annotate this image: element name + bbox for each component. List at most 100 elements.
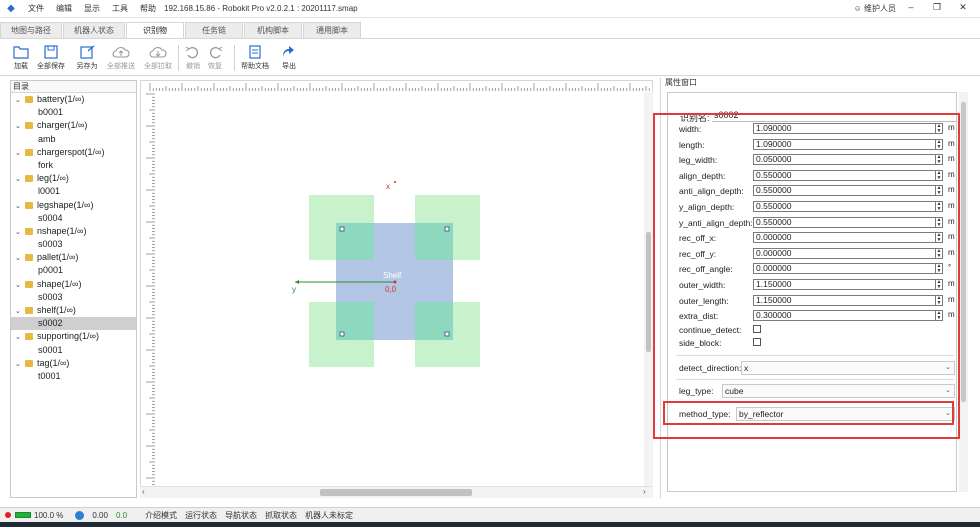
tree-group-label: chargerspot(1/∞) xyxy=(37,146,105,157)
folder-icon xyxy=(25,359,33,367)
pull-all-label: 全部拉取 xyxy=(144,63,172,70)
tree-item[interactable]: s0001 xyxy=(11,344,136,357)
help-doc-icon xyxy=(249,45,261,59)
push-all-button[interactable]: 全部推送 xyxy=(106,45,136,71)
menu-help[interactable]: 帮助 xyxy=(134,3,162,14)
tree-item[interactable]: fork xyxy=(11,159,136,172)
canvas-hscroll-thumb[interactable] xyxy=(320,489,472,496)
tab-task-chain[interactable]: 任务链 xyxy=(185,22,243,38)
window-title: 192.168.15.86 - Robokit Pro v2.0.2.1 : 2… xyxy=(164,4,358,13)
load-button[interactable]: 加载 xyxy=(6,45,36,71)
tree-group-label: supporting(1/∞) xyxy=(37,331,99,342)
load-label: 加载 xyxy=(14,63,28,70)
maximize-button[interactable]: ❐ xyxy=(926,2,948,13)
leg-handle-bottom-right[interactable] xyxy=(444,331,450,337)
y-axis-label: y xyxy=(292,285,296,294)
save-as-button[interactable]: 另存为 xyxy=(72,45,102,71)
cloud-upload-icon xyxy=(112,47,130,58)
shelf-drawing[interactable]: y 0,0 Shelf x xyxy=(140,80,653,498)
tab-robot-status[interactable]: 机器人状态 xyxy=(63,22,125,38)
leg-handle-bottom-left[interactable] xyxy=(339,331,345,337)
origin-point xyxy=(393,280,397,284)
folder-icon xyxy=(25,333,33,341)
menu-edit[interactable]: 编辑 xyxy=(50,3,78,14)
redo-label: 恢复 xyxy=(208,63,222,70)
tree-group[interactable]: ⌄ battery(1/∞) xyxy=(11,93,136,106)
attribute-panel-header: 属性窗口 xyxy=(665,78,697,87)
save-as-icon xyxy=(80,45,95,59)
undo-label: 撤销 xyxy=(186,63,200,70)
tree-group-label: pallet(1/∞) xyxy=(37,252,79,263)
tab-map-path[interactable]: 地图与路径 xyxy=(0,22,62,38)
x-axis-label: x xyxy=(386,182,390,191)
tree-item[interactable]: s0002 xyxy=(11,317,136,331)
save-all-label: 全部保存 xyxy=(37,63,65,70)
folder-icon xyxy=(25,201,33,209)
os-taskbar xyxy=(0,522,980,527)
tree-group[interactable]: ⌄ shelf(1/∞) xyxy=(11,304,136,317)
tree-group[interactable]: ⌄ chargerspot(1/∞) xyxy=(11,146,136,159)
scroll-left-icon[interactable]: ‹ xyxy=(142,487,145,496)
tree-group[interactable]: ⌄ charger(1/∞) xyxy=(11,119,136,132)
scroll-right-icon[interactable]: › xyxy=(643,487,646,496)
close-button[interactable]: ✕ xyxy=(952,2,974,13)
folder-icon xyxy=(25,254,33,262)
tree-group[interactable]: ⌄ pallet(1/∞) xyxy=(11,251,136,264)
toolbar-separator xyxy=(234,45,235,71)
tree-group[interactable]: ⌄ tag(1/∞) xyxy=(11,357,136,370)
folder-icon xyxy=(25,175,33,183)
menu-file[interactable]: 文件 xyxy=(22,3,50,14)
network-icon xyxy=(75,510,85,520)
robokit-app: ◆ 文件 编辑 显示 工具 帮助 192.168.15.86 - Robokit… xyxy=(0,0,980,527)
tree-group[interactable]: ⌄ shape(1/∞) xyxy=(11,278,136,291)
tab-general-script[interactable]: 通用脚本 xyxy=(303,22,361,38)
toolbar: 加载 全部保存 另存为 全部推送 全部拉取 撤销 恢复 帮助文档 导出 xyxy=(0,38,980,76)
folder-icon xyxy=(25,227,33,235)
tree-group[interactable]: ⌄ supporting(1/∞) xyxy=(11,330,136,343)
undo-icon xyxy=(185,46,198,59)
tree-item[interactable]: l0001 xyxy=(11,185,136,198)
tree-group-label: nshape(1/∞) xyxy=(37,225,87,236)
tree-group-label: leg(1/∞) xyxy=(37,173,69,184)
tree-item[interactable]: s0004 xyxy=(11,212,136,225)
tree-item[interactable]: s0003 xyxy=(11,238,136,251)
tab-recognition[interactable]: 识别物 xyxy=(126,22,184,38)
folder-icon xyxy=(25,148,33,156)
folder-icon xyxy=(25,122,33,130)
tree-item[interactable]: s0003 xyxy=(11,291,136,304)
menu-view[interactable]: 显示 xyxy=(78,3,106,14)
minimize-button[interactable]: – xyxy=(900,2,922,12)
attribute-vscroll-thumb[interactable] xyxy=(961,102,966,402)
export-button[interactable]: 导出 xyxy=(277,45,301,71)
canvas-vscroll-thumb[interactable] xyxy=(646,232,651,352)
tree-item[interactable]: b0001 xyxy=(11,106,136,119)
redo-button[interactable]: 恢复 xyxy=(200,45,230,71)
tree-item[interactable]: amb xyxy=(11,133,136,146)
tree-group[interactable]: ⌄ legshape(1/∞) xyxy=(11,199,136,212)
user-icon: ☺ xyxy=(853,4,862,13)
tree-group[interactable]: ⌄ nshape(1/∞) xyxy=(11,225,136,238)
canvas-horizontal-scrollbar[interactable]: ‹ › xyxy=(140,486,653,498)
canvas-vertical-scrollbar[interactable] xyxy=(644,92,653,486)
help-doc-button[interactable]: 帮助文档 xyxy=(238,45,272,71)
tree-rows: ⌄ battery(1/∞) b0001 ⌄ charger(1/∞) amb ⌄ charg… xyxy=(11,93,136,383)
battery-level: 100.0 % xyxy=(34,510,64,520)
leg-handle-top-right[interactable] xyxy=(444,226,450,232)
tree-group[interactable]: ⌄ leg(1/∞) xyxy=(11,172,136,185)
tree-item[interactable]: p0001 xyxy=(11,264,136,277)
tree-item[interactable]: t0001 xyxy=(11,370,136,383)
battery-icon xyxy=(15,512,31,518)
tab-mechanism-script[interactable]: 机构脚本 xyxy=(244,22,302,38)
status-nav: 导航状态 xyxy=(225,510,258,520)
leg-handle-top-left[interactable] xyxy=(339,226,345,232)
redo-icon xyxy=(210,46,223,59)
save-all-button[interactable]: 全部保存 xyxy=(36,45,66,71)
pull-all-button[interactable]: 全部拉取 xyxy=(143,45,173,71)
menu-tools[interactable]: 工具 xyxy=(106,3,134,14)
parameter-highlight-box xyxy=(653,113,960,439)
attribute-vertical-scrollbar[interactable] xyxy=(959,92,968,492)
speed-readout: 0.00 xyxy=(92,510,108,520)
folder-open-icon xyxy=(13,46,29,59)
user-indicator[interactable]: ☺ 维护人员 xyxy=(854,3,896,14)
x-axis-marker xyxy=(394,181,396,183)
